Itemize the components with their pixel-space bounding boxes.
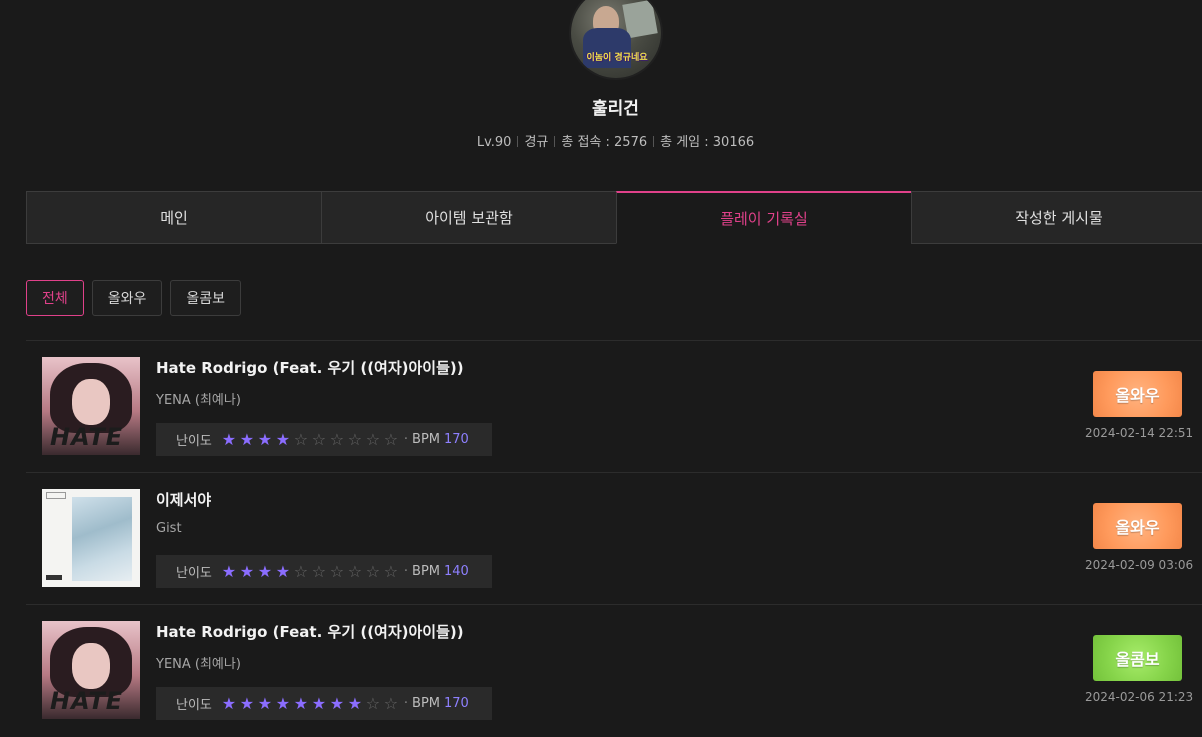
filter-all-wow-button[interactable]: 올와우 [91, 280, 163, 316]
empty-star-icon: ☆ [365, 561, 381, 581]
song-meta: 난이도 ★ ★ ★ ★ ★ ★ ★ ★ ☆ ☆ · BPM 170 [156, 687, 492, 720]
play-record-item[interactable]: 이제서야 Gist 난이도 ★ ★ ★ ★ ☆ ☆ ☆ ☆ ☆ ☆ · BPM 140 올와우 2… [26, 472, 1202, 605]
difficulty-stars: ★ ★ ★ ★ ☆ ☆ ☆ ☆ ☆ ☆ [220, 429, 400, 449]
cover-signature-shape [46, 575, 62, 580]
empty-star-icon: ☆ [383, 429, 399, 449]
difficulty-stars: ★ ★ ★ ★ ★ ★ ★ ★ ☆ ☆ [220, 693, 400, 713]
cover-art-text: HATE [50, 687, 124, 715]
difficulty-stars: ★ ★ ★ ★ ☆ ☆ ☆ ☆ ☆ ☆ [220, 561, 400, 581]
filled-star-icon: ★ [275, 429, 291, 449]
album-cover: HATE XX [42, 621, 140, 719]
filled-star-icon: ★ [221, 561, 237, 581]
empty-star-icon: ☆ [347, 429, 363, 449]
record-filters: 전체 올와우 올콤보 [26, 280, 242, 316]
cover-art-text: HATE [50, 423, 124, 451]
filter-all-combo-button[interactable]: 올콤보 [170, 280, 242, 316]
total-visits-text: 총 접속 : 2576 [561, 135, 648, 150]
bpm-label: BPM [412, 564, 441, 579]
filled-star-icon: ★ [275, 561, 291, 581]
filled-star-icon: ★ [239, 429, 255, 449]
result-badge: 올와우 [1093, 371, 1182, 417]
play-record-item[interactable]: HATE XX Hate Rodrigo (Feat. 우기 ((여자)아이들)… [26, 340, 1202, 473]
filled-star-icon: ★ [221, 429, 237, 449]
filled-star-icon: ★ [347, 693, 363, 713]
song-meta: 난이도 ★ ★ ★ ★ ☆ ☆ ☆ ☆ ☆ ☆ · BPM 140 [156, 555, 492, 588]
album-cover [42, 489, 140, 587]
filled-star-icon: ★ [275, 693, 291, 713]
stats-divider [554, 136, 556, 147]
bpm-value: 170 [444, 432, 469, 447]
meta-separator: · [403, 696, 409, 711]
empty-star-icon: ☆ [383, 693, 399, 713]
meta-separator: · [403, 432, 409, 447]
tab-written-posts[interactable]: 작성한 게시물 [911, 191, 1202, 244]
song-title: Hate Rodrigo (Feat. 우기 ((여자)아이들)) [156, 359, 464, 377]
bpm-label: BPM [412, 432, 441, 447]
song-title: Hate Rodrigo (Feat. 우기 ((여자)아이들)) [156, 623, 464, 641]
level-text: Lv.90 [476, 135, 512, 150]
song-artist: YENA (최예나) [156, 657, 241, 672]
profile-avatar: 이놈이 경규네요 [571, 0, 661, 78]
song-artist: Gist [156, 521, 182, 536]
empty-star-icon: ☆ [365, 693, 381, 713]
difficulty-label: 난이도 [176, 698, 212, 713]
empty-star-icon: ☆ [311, 429, 327, 449]
empty-star-icon: ☆ [383, 561, 399, 581]
profile-nickname: 훌리건 [592, 99, 639, 119]
profile-tabs: 메인 아이템 보관함 플레이 기록실 작성한 게시물 [26, 191, 1202, 244]
cover-cloud-shape [72, 497, 132, 581]
profile-stats: Lv.90 경규 총 접속 : 2576 총 게임 : 30166 [0, 131, 1202, 150]
total-games-text: 총 게임 : 30166 [660, 135, 755, 150]
song-title: 이제서야 [156, 491, 212, 509]
empty-star-icon: ☆ [293, 429, 309, 449]
filled-star-icon: ★ [257, 429, 273, 449]
filled-star-icon: ★ [257, 561, 273, 581]
empty-star-icon: ☆ [365, 429, 381, 449]
filled-star-icon: ★ [257, 693, 273, 713]
meta-separator: · [403, 564, 409, 579]
difficulty-label: 난이도 [176, 434, 212, 449]
result-badge: 올와우 [1093, 503, 1182, 549]
song-meta: 난이도 ★ ★ ★ ★ ☆ ☆ ☆ ☆ ☆ ☆ · BPM 170 [156, 423, 492, 456]
filter-all-button[interactable]: 전체 [26, 280, 84, 316]
cover-title-art: HATE XX [50, 687, 140, 719]
filled-star-icon: ★ [329, 693, 345, 713]
play-date: 2024-02-06 21:23 [1085, 690, 1194, 704]
empty-star-icon: ☆ [347, 561, 363, 581]
bpm-label: BPM [412, 696, 441, 711]
difficulty-label: 난이도 [176, 566, 212, 581]
filled-star-icon: ★ [239, 561, 255, 581]
tab-play-records[interactable]: 플레이 기록실 [616, 191, 912, 244]
stats-divider [653, 136, 655, 147]
cover-tag-shape [46, 492, 66, 499]
stats-divider [517, 136, 519, 147]
tab-item-storage[interactable]: 아이템 보관함 [321, 191, 617, 244]
tab-main[interactable]: 메인 [26, 191, 322, 244]
empty-star-icon: ☆ [329, 561, 345, 581]
play-date: 2024-02-14 22:51 [1085, 426, 1194, 440]
filled-star-icon: ★ [293, 693, 309, 713]
play-date: 2024-02-09 03:06 [1085, 558, 1194, 572]
empty-star-icon: ☆ [329, 429, 345, 449]
avatar-caption: 이놈이 경규네요 [586, 53, 648, 63]
bpm-value: 140 [444, 564, 469, 579]
filled-star-icon: ★ [311, 693, 327, 713]
empty-star-icon: ☆ [293, 561, 309, 581]
filled-star-icon: ★ [221, 693, 237, 713]
album-cover: HATE XX [42, 357, 140, 455]
cover-face-shape [72, 643, 110, 689]
bpm-value: 170 [444, 696, 469, 711]
play-record-item[interactable]: HATE XX Hate Rodrigo (Feat. 우기 ((여자)아이들)… [26, 604, 1202, 737]
empty-star-icon: ☆ [311, 561, 327, 581]
cover-title-art: HATE XX [50, 423, 140, 455]
filled-star-icon: ★ [239, 693, 255, 713]
result-badge: 올콤보 [1093, 635, 1182, 681]
rank-text: 경규 [524, 135, 549, 150]
cover-face-shape [72, 379, 110, 425]
song-artist: YENA (최예나) [156, 393, 241, 408]
